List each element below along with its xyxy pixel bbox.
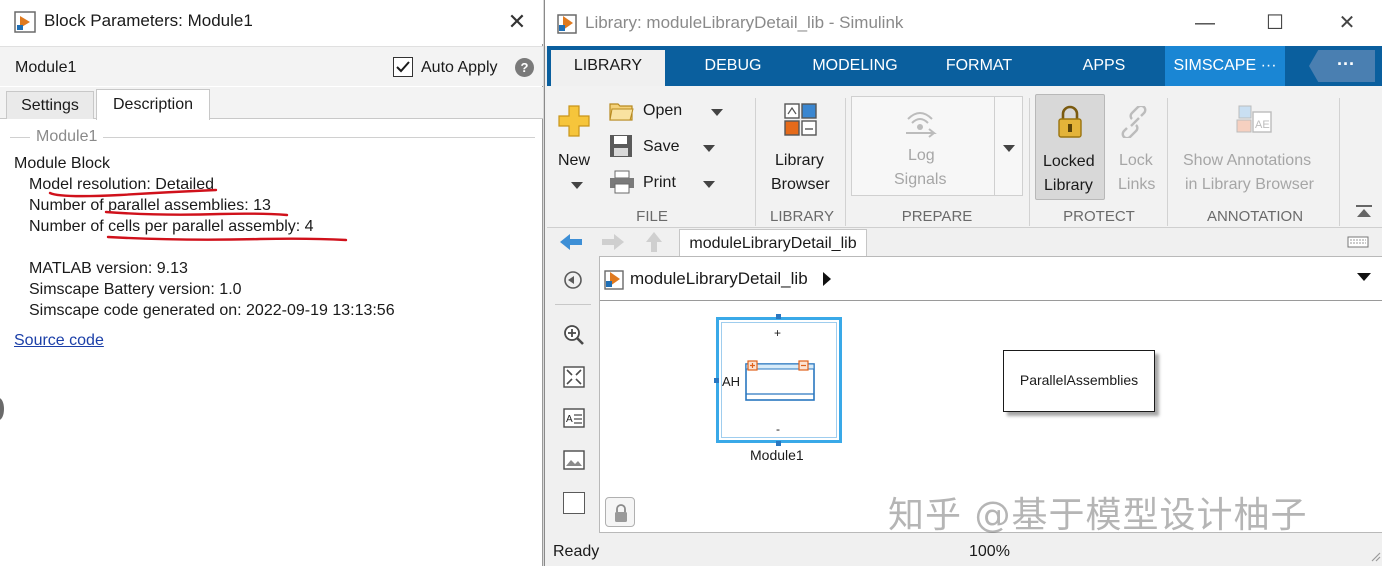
tab-library[interactable]: LIBRARY: [551, 50, 665, 86]
collapse-ribbon-icon[interactable]: [1355, 204, 1373, 220]
lock-links-icon: [1121, 106, 1147, 138]
tool-separator: [555, 304, 591, 305]
ribbon-tab-bar: LIBRARY DEBUG MODELING FORMAT APPS SIMSC…: [547, 46, 1382, 86]
lock-icon: [615, 504, 627, 522]
minimize-button[interactable]: —: [1185, 8, 1225, 38]
ribbon-separator: [755, 98, 756, 226]
save-dropdown-arrow[interactable]: [703, 145, 715, 152]
prepare-gallery: Log Signals: [851, 96, 1023, 196]
parallel-assemblies-label: ParallelAssemblies: [1019, 372, 1139, 388]
port-minus-label: -: [776, 422, 780, 436]
ribbon-separator: [1029, 98, 1030, 226]
tab-modeling[interactable]: MODELING: [799, 46, 911, 86]
lock-links-label-2: Links: [1118, 176, 1156, 193]
log-signals-label-2: Signals: [894, 171, 947, 188]
prepare-section-label: PREPARE: [901, 208, 973, 225]
prepare-gallery-expand-arrow[interactable]: [1003, 145, 1015, 152]
tab-format[interactable]: FORMAT: [931, 46, 1027, 86]
port-ah-connector[interactable]: [714, 378, 719, 383]
new-plus-icon[interactable]: [557, 104, 591, 138]
file-section-label: FILE: [636, 208, 668, 225]
port-ah-label: AH: [722, 374, 741, 389]
port-plus-connector[interactable]: [776, 314, 781, 319]
save-disk-icon: [610, 135, 632, 157]
hide-explorer-icon[interactable]: [563, 270, 583, 290]
show-annotations-icon: AE: [1236, 105, 1272, 133]
lock-links-label-1: Lock: [1119, 152, 1153, 169]
tab-debug[interactable]: DEBUG: [685, 46, 781, 86]
module1-block[interactable]: + - AH: [716, 317, 842, 443]
ribbon-separator: [1339, 98, 1340, 226]
ribbon-separator: [1167, 98, 1168, 226]
zoom-in-icon[interactable]: [563, 324, 585, 346]
status-text: Ready: [553, 543, 600, 560]
module1-block-name[interactable]: Module1: [750, 447, 804, 463]
new-button[interactable]: New: [558, 152, 590, 170]
zoom-level: 100%: [969, 543, 1010, 560]
protect-section-label: PROTECT: [1063, 208, 1135, 225]
open-button[interactable]: Open: [643, 102, 682, 120]
port-plus-label: +: [774, 326, 782, 340]
fit-to-view-icon[interactable]: [563, 366, 585, 388]
locked-library-label-2: Library: [1044, 177, 1093, 194]
log-signals-label-1: Log: [908, 147, 935, 164]
locked-library-label-1: Locked: [1043, 153, 1095, 170]
print-dropdown-arrow[interactable]: [703, 181, 715, 188]
simulink-titlebar: Library: moduleLibraryDetail_lib - Simul…: [545, 0, 1382, 46]
ribbon-panel: New Open Save Print FILE Library Browser…: [547, 86, 1382, 228]
back-arrow-icon[interactable]: [559, 233, 583, 251]
keyboard-icon[interactable]: [1347, 236, 1369, 248]
watermark: 知乎 @基于模型设计柚子: [888, 495, 1308, 536]
locked-library-button[interactable]: Locked Library: [1035, 94, 1105, 200]
block-parameters-window: Block Parameters: Module1 ✕ Module1 Auto…: [0, 0, 543, 566]
more-tabs-button[interactable]: ···: [1309, 50, 1375, 82]
print-button[interactable]: Print: [643, 174, 676, 192]
tab-apps[interactable]: APPS: [1051, 46, 1157, 86]
open-dropdown-arrow[interactable]: [711, 109, 723, 116]
port-minus-connector[interactable]: [776, 441, 781, 446]
model-icon: [604, 270, 624, 290]
simulink-app-icon: [557, 14, 577, 34]
svg-text:AE: AE: [1255, 119, 1270, 131]
image-tool-icon[interactable]: [563, 450, 585, 470]
maximize-button[interactable]: ☐: [1255, 8, 1295, 38]
forward-arrow-icon[interactable]: [601, 233, 625, 251]
save-button[interactable]: Save: [643, 138, 679, 156]
status-bar: Ready 100%: [547, 534, 1382, 566]
window-title: Library: moduleLibraryDetail_lib - Simul…: [585, 13, 904, 32]
library-section-label: LIBRARY: [770, 208, 834, 225]
show-annotations-label-1: Show Annotations: [1183, 152, 1312, 169]
lock-icon: [1058, 105, 1082, 138]
close-button[interactable]: ✕: [1327, 8, 1367, 38]
address-bar: moduleLibraryDetail_lib: [600, 257, 1382, 301]
up-arrow-icon[interactable]: [645, 231, 663, 253]
navigation-bar: moduleLibraryDetail_lib: [547, 228, 1382, 256]
gallery-divider: [994, 97, 995, 195]
breadcrumb-tab[interactable]: moduleLibraryDetail_lib: [679, 229, 867, 256]
log-signals-icon: [906, 112, 937, 138]
parallel-assemblies-block[interactable]: ParallelAssemblies: [1003, 350, 1155, 412]
print-printer-icon: [610, 170, 634, 194]
library-browser-label-2[interactable]: Browser: [771, 176, 830, 194]
locked-badge: [605, 497, 635, 527]
new-dropdown-arrow[interactable]: [571, 182, 583, 189]
ribbon-separator: [845, 98, 846, 226]
breadcrumb-chevron-icon[interactable]: [822, 271, 832, 287]
tab-simscape[interactable]: SIMSCAPE ···: [1165, 46, 1285, 86]
area-tool-icon[interactable]: [563, 492, 585, 514]
resize-grip-icon[interactable]: [1369, 550, 1381, 562]
annotation-tool-icon[interactable]: A: [563, 408, 585, 428]
library-browser-label-1[interactable]: Library: [775, 152, 824, 170]
simulink-library-window: Library: moduleLibraryDetail_lib - Simul…: [544, 0, 1382, 566]
show-annotations-label-2: in Library Browser: [1185, 176, 1314, 193]
library-browser-icon[interactable]: [783, 102, 819, 138]
svg-text:A: A: [566, 414, 573, 425]
battery-module-icon: [745, 360, 815, 401]
folder-open-icon: [609, 103, 634, 121]
address-dropdown-icon[interactable]: [1356, 271, 1372, 283]
annotation-section-label: ANNOTATION: [1206, 208, 1304, 225]
address-path: moduleLibraryDetail_lib: [630, 269, 808, 288]
red-underline-annotations: [48, 188, 348, 242]
canvas-tool-palette: A: [547, 256, 599, 534]
